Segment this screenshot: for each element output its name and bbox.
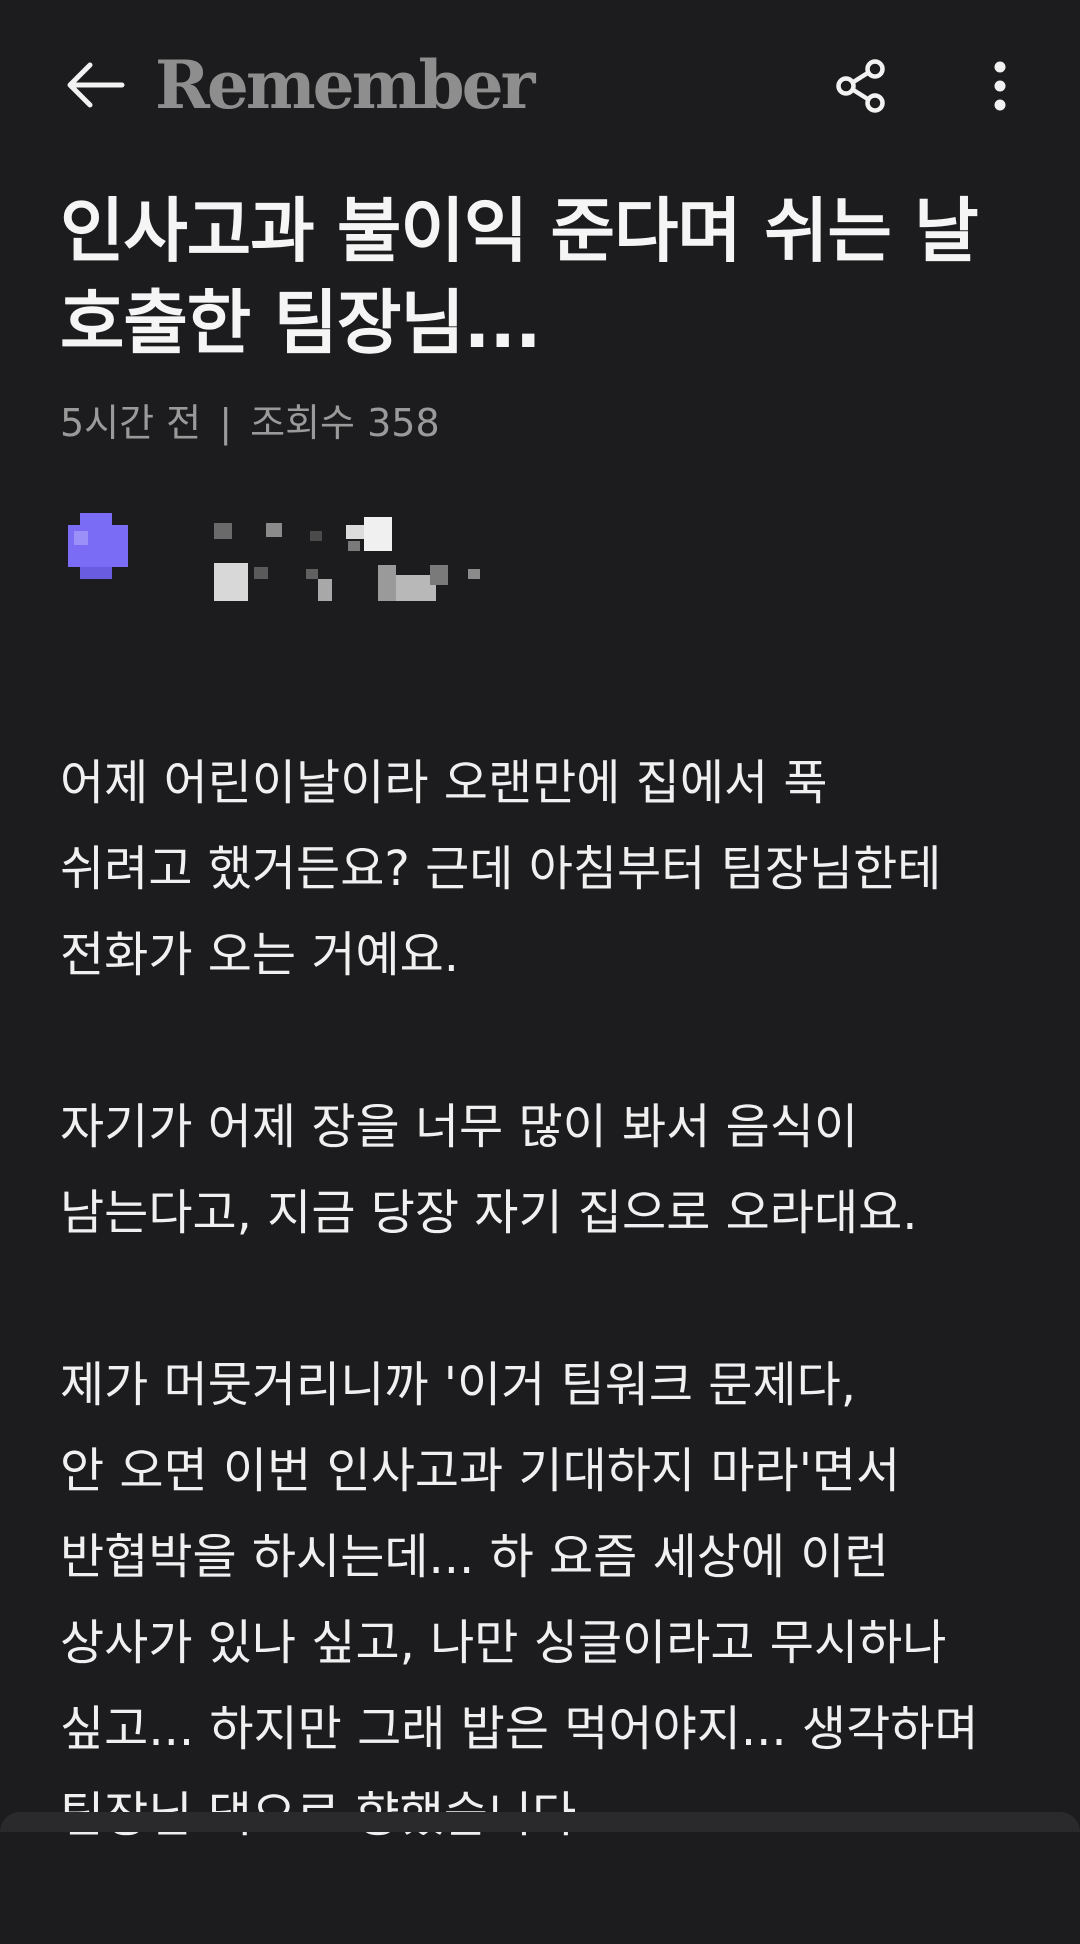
post-paragraph: 제가 머뭇거리니까 '이거 팀워크 문제다, 안 오면 이번 인사고과 기대하지… bbox=[60, 1357, 979, 1843]
app-header: Remember bbox=[0, 0, 1080, 170]
share-icon bbox=[836, 59, 885, 113]
post-paragraph: 자기가 어제 장을 너무 많이 봐서 음식이 남는다고, 지금 당장 자기 집으… bbox=[60, 1099, 918, 1241]
back-button[interactable] bbox=[60, 55, 130, 115]
arrow-left-icon bbox=[67, 62, 125, 108]
more-vertical-icon bbox=[994, 61, 1006, 111]
author-info[interactable] bbox=[60, 505, 480, 625]
meta-separator: | bbox=[219, 401, 233, 445]
post-body: 어제 어린이날이라 오랜만에 집에서 푹 쉬려고 했거든요? 근데 아침부터 팀… bbox=[60, 740, 1050, 1944]
author-name-blurred bbox=[214, 517, 480, 601]
post-meta: 5시간 전 | 조회수 358 bbox=[60, 398, 440, 448]
post-title: 인사고과 불이익 준다며 쉬는 날 호출한 팀장님... bbox=[60, 190, 979, 364]
more-options-button[interactable] bbox=[980, 55, 1020, 117]
post-time: 5시간 전 bbox=[60, 401, 202, 445]
app-logo: Remember bbox=[155, 46, 535, 124]
bottom-sheet-edge bbox=[0, 1812, 1080, 1832]
view-count: 조회수 358 bbox=[250, 401, 440, 445]
post-paragraph: 어제 어린이날이라 오랜만에 집에서 푹 쉬려고 했거든요? 근데 아침부터 팀… bbox=[60, 755, 942, 983]
author-avatar bbox=[68, 513, 128, 579]
share-button[interactable] bbox=[830, 55, 892, 117]
